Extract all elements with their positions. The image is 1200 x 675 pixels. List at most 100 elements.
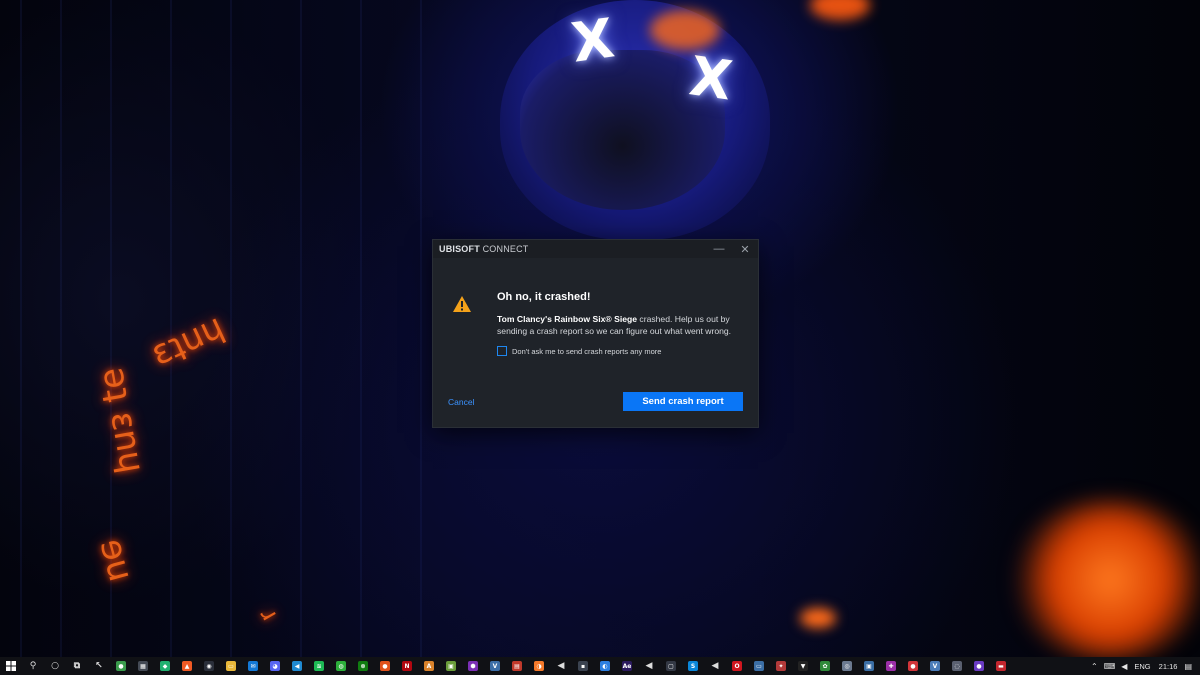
minimize-button[interactable]: — [706, 240, 732, 258]
taskbar-item[interactable]: ✉ [242, 657, 264, 675]
taskbar-item[interactable]: ◉ [198, 657, 220, 675]
app-purple-icon: ⬢ [468, 661, 478, 671]
taskbar-item[interactable]: ▬ [990, 657, 1012, 675]
taskbar-item[interactable]: ▣ [440, 657, 462, 675]
taskbar-item[interactable]: ◌ [946, 657, 968, 675]
taskbar-item[interactable]: S [682, 657, 704, 675]
taskbar-item[interactable]: ◍ [330, 657, 352, 675]
taskbar-item[interactable]: O [726, 657, 748, 675]
dialog-message: Tom Clancy's Rainbow Six® Siege crashed.… [497, 313, 747, 337]
windows-logo-icon [6, 661, 16, 671]
taskbar-item[interactable]: A [418, 657, 440, 675]
search-icon: ⚲ [29, 661, 37, 671]
spotify-icon: ≋ [314, 661, 324, 671]
taskbar-item[interactable]: Ae [616, 657, 638, 675]
system-tray: ⌃ ⌨ ◀ ENG 21:16 ▤ [1088, 657, 1200, 675]
taskbar-item[interactable]: N [396, 657, 418, 675]
app-window-icon: ▣ [864, 661, 874, 671]
taskbar-item[interactable]: ⚲ [22, 657, 44, 675]
clock[interactable]: 21:16 [1155, 662, 1182, 671]
app-pink-icon: ✚ [886, 661, 896, 671]
game-name: Tom Clancy's Rainbow Six® Siege [497, 314, 638, 324]
chrome-icon: ● [116, 661, 126, 671]
taskbar-item[interactable]: ▼ [792, 657, 814, 675]
volume-icon[interactable]: ◀ [1118, 662, 1130, 671]
app-eye-icon: ◉ [204, 661, 214, 671]
dont-ask-checkbox-row[interactable]: Don't ask me to send crash reports any m… [497, 346, 661, 356]
taskbar-item[interactable]: ⬢ [462, 657, 484, 675]
keyboard-icon[interactable]: ⌨ [1101, 662, 1119, 671]
taskbar-item[interactable]: ◀ [638, 657, 660, 675]
wallpaper-neon-text: ɘu [91, 534, 142, 586]
app-dark-icon: ▪ [578, 661, 588, 671]
file-explorer-icon: ▭ [226, 661, 236, 671]
notifications-icon[interactable]: ▤ [1181, 662, 1200, 671]
vegas-icon: V [930, 661, 940, 671]
taskbar-item[interactable]: ↖ [88, 657, 110, 675]
taskbar-item[interactable]: ✿ [814, 657, 836, 675]
app-globe-icon: ◌ [952, 661, 962, 671]
taskbar-item[interactable]: V [484, 657, 506, 675]
tray-overflow-chevron-icon[interactable]: ⌃ [1088, 662, 1101, 671]
crash-dialog: UBISOFT CONNECT — ✕ Oh no, it crashed! T… [433, 240, 758, 427]
wallpaper-mask-eye-left: X [567, 6, 618, 75]
language-indicator[interactable]: ENG [1130, 662, 1154, 671]
taskbar-item[interactable]: ⊗ [352, 657, 374, 675]
dont-ask-checkbox[interactable] [497, 346, 507, 356]
dialog-titlebar[interactable]: UBISOFT CONNECT — ✕ [433, 240, 758, 258]
taskbar-item[interactable]: ▦ [132, 657, 154, 675]
brand-bold: UBISOFT [439, 244, 480, 254]
start-button[interactable] [0, 657, 22, 675]
taskbar-item[interactable]: ▭ [748, 657, 770, 675]
taskbar-item[interactable]: ● [902, 657, 924, 675]
taskbar-item[interactable]: ● [374, 657, 396, 675]
vscode-icon: ◀ [292, 661, 302, 671]
app-monitor-icon: ▭ [754, 661, 764, 671]
taskbar-item[interactable]: ≋ [308, 657, 330, 675]
warning-icon [453, 296, 471, 312]
taskbar-item[interactable]: ◀ [550, 657, 572, 675]
taskbar-item[interactable]: ◀ [286, 657, 308, 675]
taskbar-item[interactable]: ● [968, 657, 990, 675]
taskbar-item[interactable]: ● [110, 657, 132, 675]
dialog-heading: Oh no, it crashed! [497, 291, 591, 303]
taskbar-item[interactable]: ◀ [704, 657, 726, 675]
taskbar-item[interactable]: V [924, 657, 946, 675]
taskbar-item[interactable]: ▪ [572, 657, 594, 675]
xbox-green-icon: ◍ [336, 661, 346, 671]
mail-icon: ✉ [248, 661, 258, 671]
app-triangle-icon: ▼ [798, 661, 808, 671]
app-rec-icon: ● [908, 661, 918, 671]
taskbar-item[interactable]: ✚ [880, 657, 902, 675]
taskbar-item[interactable]: ⧉ [66, 657, 88, 675]
wallpaper-glow [800, 608, 836, 628]
taskbar-item[interactable]: ▲ [176, 657, 198, 675]
taskbar-item[interactable]: ◑ [528, 657, 550, 675]
taskbar-item[interactable]: ▢ [660, 657, 682, 675]
taskbar-item[interactable]: ◎ [836, 657, 858, 675]
opera-icon: O [732, 661, 742, 671]
speaker-icon: ◀ [557, 661, 565, 671]
taskbar-item[interactable]: ◕ [264, 657, 286, 675]
close-button[interactable]: ✕ [732, 240, 758, 258]
cancel-button[interactable]: Cancel [448, 397, 474, 407]
app-violet-icon: ● [974, 661, 984, 671]
speaker-3-icon: ◀ [711, 661, 719, 671]
app-game-icon: ✦ [776, 661, 786, 671]
wallpaper-neon-text: ǝʇ ɛnɥ [94, 364, 153, 476]
taskbar-item[interactable]: ◆ [154, 657, 176, 675]
brave-icon: ▲ [182, 661, 192, 671]
taskbar-item[interactable]: ▤ [506, 657, 528, 675]
send-crash-report-button[interactable]: Send crash report [623, 392, 743, 411]
taskbar-item[interactable]: ▭ [220, 657, 242, 675]
taskbar-item[interactable]: ◐ [594, 657, 616, 675]
app-red-badge-icon: ▤ [512, 661, 522, 671]
taskbar-item[interactable]: ✦ [770, 657, 792, 675]
cursor-app-icon: ↖ [95, 661, 103, 671]
taskbar-item[interactable]: ○ [44, 657, 66, 675]
after-effects-icon: Ae [622, 661, 632, 671]
taskbar-item[interactable]: ▣ [858, 657, 880, 675]
dialog-brand: UBISOFT CONNECT [439, 244, 529, 254]
discord-icon: ◕ [270, 661, 280, 671]
dont-ask-checkbox-label[interactable]: Don't ask me to send crash reports any m… [512, 347, 661, 356]
